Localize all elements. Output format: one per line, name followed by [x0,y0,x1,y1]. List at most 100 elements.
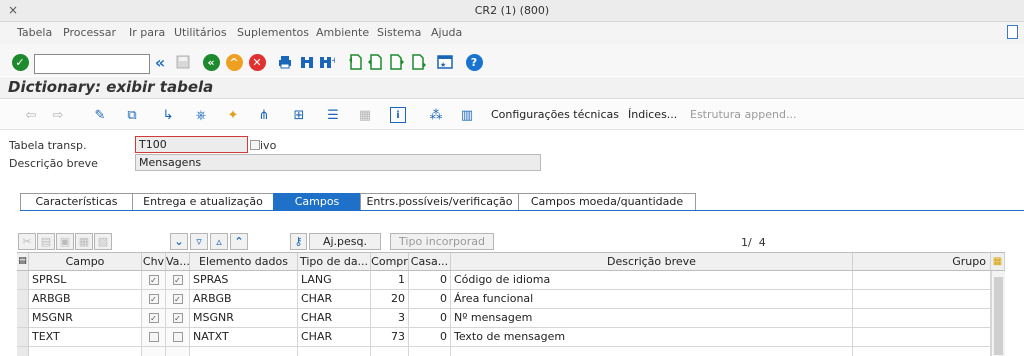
last-page-button[interactable] [410,53,428,71]
new-session-button[interactable]: ★ [436,53,454,71]
info-icon[interactable]: i [390,107,406,123]
select-all-icon[interactable]: ▤ [17,253,29,271]
table-cell-campo[interactable]: TEXT [29,328,142,347]
table-cell-descricao[interactable]: Código de idioma [451,271,853,290]
back-button[interactable]: « [202,53,220,71]
builtin-type-button[interactable]: Tipo incorporad [390,233,494,250]
table-cell-campo[interactable]: MSGNR [29,309,142,328]
other-object-icon[interactable]: ⁂ [428,107,444,123]
va-checkbox[interactable] [172,332,183,342]
table-cell-va[interactable] [166,347,190,356]
row-selector[interactable] [17,290,29,309]
cut-row-button[interactable]: ✂ [18,233,36,250]
table-cell-chv[interactable]: ✓ [142,309,166,328]
contents-icon[interactable]: ▥ [459,107,475,123]
va-checkbox[interactable]: ✓ [172,313,183,323]
row-selector[interactable] [17,347,29,356]
table-cell-chv[interactable] [142,328,166,347]
table-cell-va[interactable] [166,328,190,347]
table-cell-grupo[interactable] [853,347,991,356]
col-chv[interactable]: Chv [142,253,166,271]
table-cell-casas[interactable]: 0 [409,328,451,347]
row-selector[interactable] [17,271,29,290]
table-cell-tipo[interactable] [298,347,371,356]
collapse-command-icon[interactable]: « [151,53,169,72]
key-icon[interactable]: ⚷ [290,233,307,250]
exit-button[interactable]: ^ [225,53,243,71]
append-structure-button[interactable]: Estrutura append... [690,108,796,121]
find-next-button[interactable]: + [318,53,336,71]
tab-campos-moeda[interactable]: Campos moeda/quantidade [518,193,696,211]
table-cell-casas[interactable]: 0 [409,290,451,309]
table-cell-tipo[interactable]: CHAR [298,309,371,328]
table-cell-elemento[interactable]: MSGNR [190,309,298,328]
table-cell-va[interactable]: ✓ [166,309,190,328]
paste-row-button[interactable]: ▧ [94,233,112,250]
back-arrow-icon[interactable]: ⇦ [23,107,39,123]
first-page-button[interactable] [346,53,364,71]
menu-utilitarios[interactable]: Utilitários [174,26,227,39]
chv-checkbox[interactable]: ✓ [148,294,159,304]
table-cell-descricao[interactable]: Texto de mensagem [451,328,853,347]
table-name-field[interactable]: T100 [135,136,248,153]
table-cell-casas[interactable]: 0 [409,309,451,328]
scroll-down-icon[interactable]: ⌄ [170,233,188,250]
column-settings-icon[interactable]: ▦ [991,253,1005,271]
tab-caracteristicas[interactable]: Características [20,193,133,211]
col-elemento-dados[interactable]: Elemento dados [190,253,298,271]
cancel-button[interactable]: ✕ [248,53,266,71]
previous-page-button[interactable] [366,53,384,71]
technical-settings-button[interactable]: Configurações técnicas [491,108,619,121]
menu-ajuda[interactable]: Ajuda [431,26,462,39]
magic-wand-icon[interactable]: ✦ [225,107,241,123]
menu-sistema[interactable]: Sistema [377,26,421,39]
menu-suplementos[interactable]: Suplementos [237,26,309,39]
table-cell-va[interactable]: ✓ [166,271,190,290]
row-selector[interactable] [17,309,29,328]
table-cell-compr[interactable]: 20 [371,290,409,309]
insert-row-button[interactable]: ▤ [37,233,55,250]
search-help-button[interactable]: Aj.pesq. [309,233,381,250]
table-cell-tipo[interactable]: LANG [298,271,371,290]
table-cell-casas[interactable]: 0 [409,271,451,290]
vertical-scrollbar[interactable] [991,271,1005,356]
table-cell-grupo[interactable] [853,309,991,328]
display-object-list-icon[interactable]: ☰ [325,107,341,123]
table-cell-descricao[interactable]: Nº mensagem [451,309,853,328]
page-up-icon[interactable]: ▵ [210,233,228,250]
table-cell-descricao[interactable] [451,347,853,356]
next-page-button[interactable] [388,53,406,71]
va-checkbox[interactable]: ✓ [172,294,183,304]
table-cell-campo[interactable]: SPRSL [29,271,142,290]
table-grid-icon[interactable]: ▦ [357,107,373,123]
col-casas[interactable]: Casa... [409,253,451,271]
print-button[interactable] [276,53,294,71]
table-cell-descricao[interactable]: Área funcional [451,290,853,309]
table-cell-compr[interactable]: 73 [371,328,409,347]
where-used-icon[interactable]: ⋔ [256,107,272,123]
table-cell-elemento[interactable]: SPRAS [190,271,298,290]
scroll-up-icon[interactable]: ⌃ [230,233,248,250]
help-button[interactable]: ? [465,53,483,71]
scrollbar-thumb[interactable] [994,277,1003,355]
table-cell-elemento[interactable]: NATXT [190,328,298,347]
col-descricao[interactable]: Descrição breve [451,253,853,271]
table-cell-casas[interactable] [409,347,451,356]
tab-entrega-atualizacao[interactable]: Entrega e atualização [132,193,274,211]
indexes-button[interactable]: Índices... [628,108,677,121]
col-va[interactable]: Va... [166,253,190,271]
command-field[interactable] [34,54,150,74]
table-cell-compr[interactable] [371,347,409,356]
table-cell-grupo[interactable] [853,328,991,347]
table-cell-chv[interactable] [142,347,166,356]
copy-row-button[interactable]: ▦ [75,233,93,250]
col-grupo[interactable]: Grupo [853,253,991,271]
table-cell-chv[interactable]: ✓ [142,290,166,309]
table-cell-compr[interactable]: 3 [371,309,409,328]
table-cell-campo[interactable]: ARBGB [29,290,142,309]
col-tipo-dados[interactable]: Tipo de da... [298,253,371,271]
check-object-icon[interactable]: ↳ [160,107,176,123]
page-down-icon[interactable]: ▿ [190,233,208,250]
tab-entradas-possiveis[interactable]: Entrs.possíveis/verificação [360,193,519,211]
menu-processar[interactable]: Processar [63,26,116,39]
